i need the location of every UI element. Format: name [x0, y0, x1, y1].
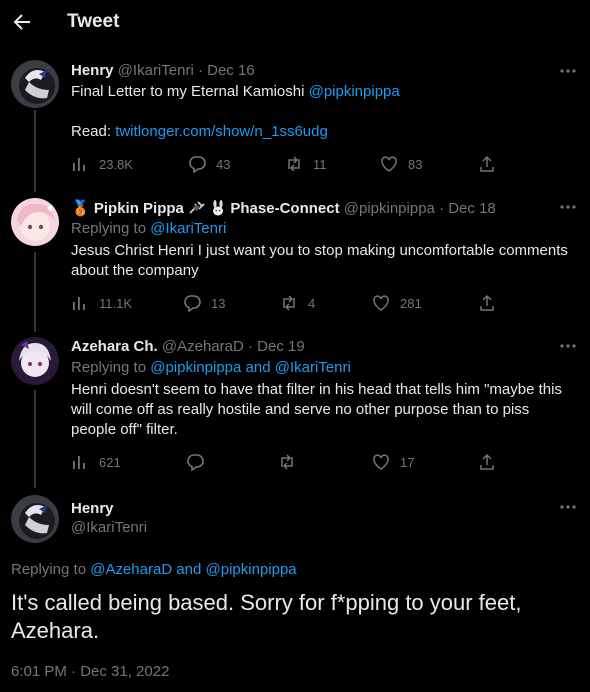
tweet-text: Jesus Christ Henri I just want you to st…: [71, 242, 568, 279]
mention-link[interactable]: @AzeharaD: [90, 561, 172, 578]
reply-button[interactable]: 43: [188, 154, 230, 174]
replying-to: Replying to @pipkinpippa and @IkariTenri: [71, 359, 351, 376]
views-button[interactable]: 23.8K: [71, 154, 133, 174]
views-icon: [73, 297, 85, 310]
heart-icon: [373, 454, 389, 470]
share-icon: [480, 294, 494, 311]
thread-line: [34, 252, 36, 332]
more-icon[interactable]: [559, 337, 577, 355]
reply-button[interactable]: 13: [183, 293, 225, 313]
retweet-icon: [288, 156, 300, 172]
thread-line: [34, 390, 36, 488]
mention-link[interactable]: @pipkinpippa: [309, 83, 400, 100]
plug-icon: [188, 201, 206, 215]
page-title: Tweet: [67, 11, 120, 32]
tweet-text: Final Letter to my Eternal Kamioshi @pip…: [71, 83, 400, 100]
display-name[interactable]: Henry: [71, 62, 114, 79]
rabbit-icon: [210, 200, 226, 216]
share-icon: [480, 155, 494, 172]
handle[interactable]: @IkariTenri: [118, 62, 194, 79]
avatar[interactable]: [11, 198, 59, 246]
retweet-icon: [281, 454, 293, 470]
replying-to: Replying to @AzeharaD and @pipkinpippa: [11, 561, 297, 578]
share-button[interactable]: [478, 293, 496, 313]
share-icon: [480, 453, 494, 470]
heart-icon: [373, 295, 389, 311]
retweet-button[interactable]: 11: [285, 154, 327, 174]
medal-icon: 🥉: [71, 200, 90, 217]
tweet-text: Henri doesn't seem to have that filter i…: [71, 381, 562, 438]
avatar[interactable]: [11, 495, 59, 543]
reply-icon: [184, 295, 201, 312]
handle[interactable]: @AzeharaD: [162, 338, 244, 355]
handle[interactable]: @IkariTenri: [71, 519, 147, 536]
retweet-button[interactable]: [278, 452, 306, 472]
top-bar: Tweet: [0, 0, 590, 44]
share-button[interactable]: [478, 154, 496, 174]
like-button[interactable]: 281: [372, 293, 422, 313]
tweet-header: 🥉 Pipkin Pippa Phase-Connect @pipkinpipp…: [71, 199, 496, 217]
tweet-header: Azehara Ch. @AzeharaD · Dec 19: [71, 338, 305, 355]
tweet-date[interactable]: · Dec 18: [439, 200, 496, 217]
mention-link[interactable]: @pipkinpippa: [150, 359, 241, 376]
avatar[interactable]: [11, 60, 59, 108]
like-button[interactable]: 17: [372, 452, 414, 472]
share-button[interactable]: [478, 452, 496, 472]
handle[interactable]: @pipkinpippa: [344, 200, 435, 217]
external-link[interactable]: twitlonger.com/show/n_1ss6udg: [115, 123, 328, 140]
views-button[interactable]: 11.1K: [71, 293, 132, 313]
heart-icon: [381, 156, 397, 172]
retweet-icon: [283, 295, 295, 311]
tweet-text-link-line: Read: twitlonger.com/show/n_1ss6udg: [71, 123, 328, 140]
reply-button[interactable]: [186, 452, 214, 472]
avatar[interactable]: [11, 337, 59, 385]
tweet-date[interactable]: · Dec 19: [248, 338, 305, 355]
display-name[interactable]: Azehara Ch.: [71, 338, 158, 355]
back-arrow-icon[interactable]: [10, 10, 34, 34]
views-icon: [73, 456, 85, 469]
like-button[interactable]: 83: [380, 154, 422, 174]
main-tweet-text: It's called being based. Sorry for f*ppi…: [11, 590, 522, 643]
thread-line: [34, 110, 36, 192]
tweet-timestamp[interactable]: 6:01 PM · Dec 31, 2022: [11, 663, 169, 680]
display-name[interactable]: Henry: [71, 500, 114, 517]
tweet-date[interactable]: · Dec 16: [198, 62, 255, 79]
display-name[interactable]: Pipkin Pippa: [94, 200, 184, 217]
retweet-button[interactable]: 4: [280, 293, 315, 313]
tweet-header: Henry @IkariTenri · Dec 16: [71, 62, 255, 79]
mention-link[interactable]: @IkariTenri: [150, 220, 226, 237]
more-icon[interactable]: [559, 198, 577, 216]
more-icon[interactable]: [559, 62, 577, 80]
display-name-suffix: Phase-Connect: [230, 200, 340, 217]
views-icon: [73, 158, 85, 171]
mention-link[interactable]: @pipkinpippa: [206, 561, 297, 578]
more-icon[interactable]: [559, 498, 577, 516]
reply-icon: [189, 156, 206, 173]
reply-icon: [187, 454, 204, 471]
mention-link[interactable]: @IkariTenri: [275, 359, 351, 376]
views-button[interactable]: 621: [71, 452, 121, 472]
replying-to: Replying to @IkariTenri: [71, 220, 227, 237]
